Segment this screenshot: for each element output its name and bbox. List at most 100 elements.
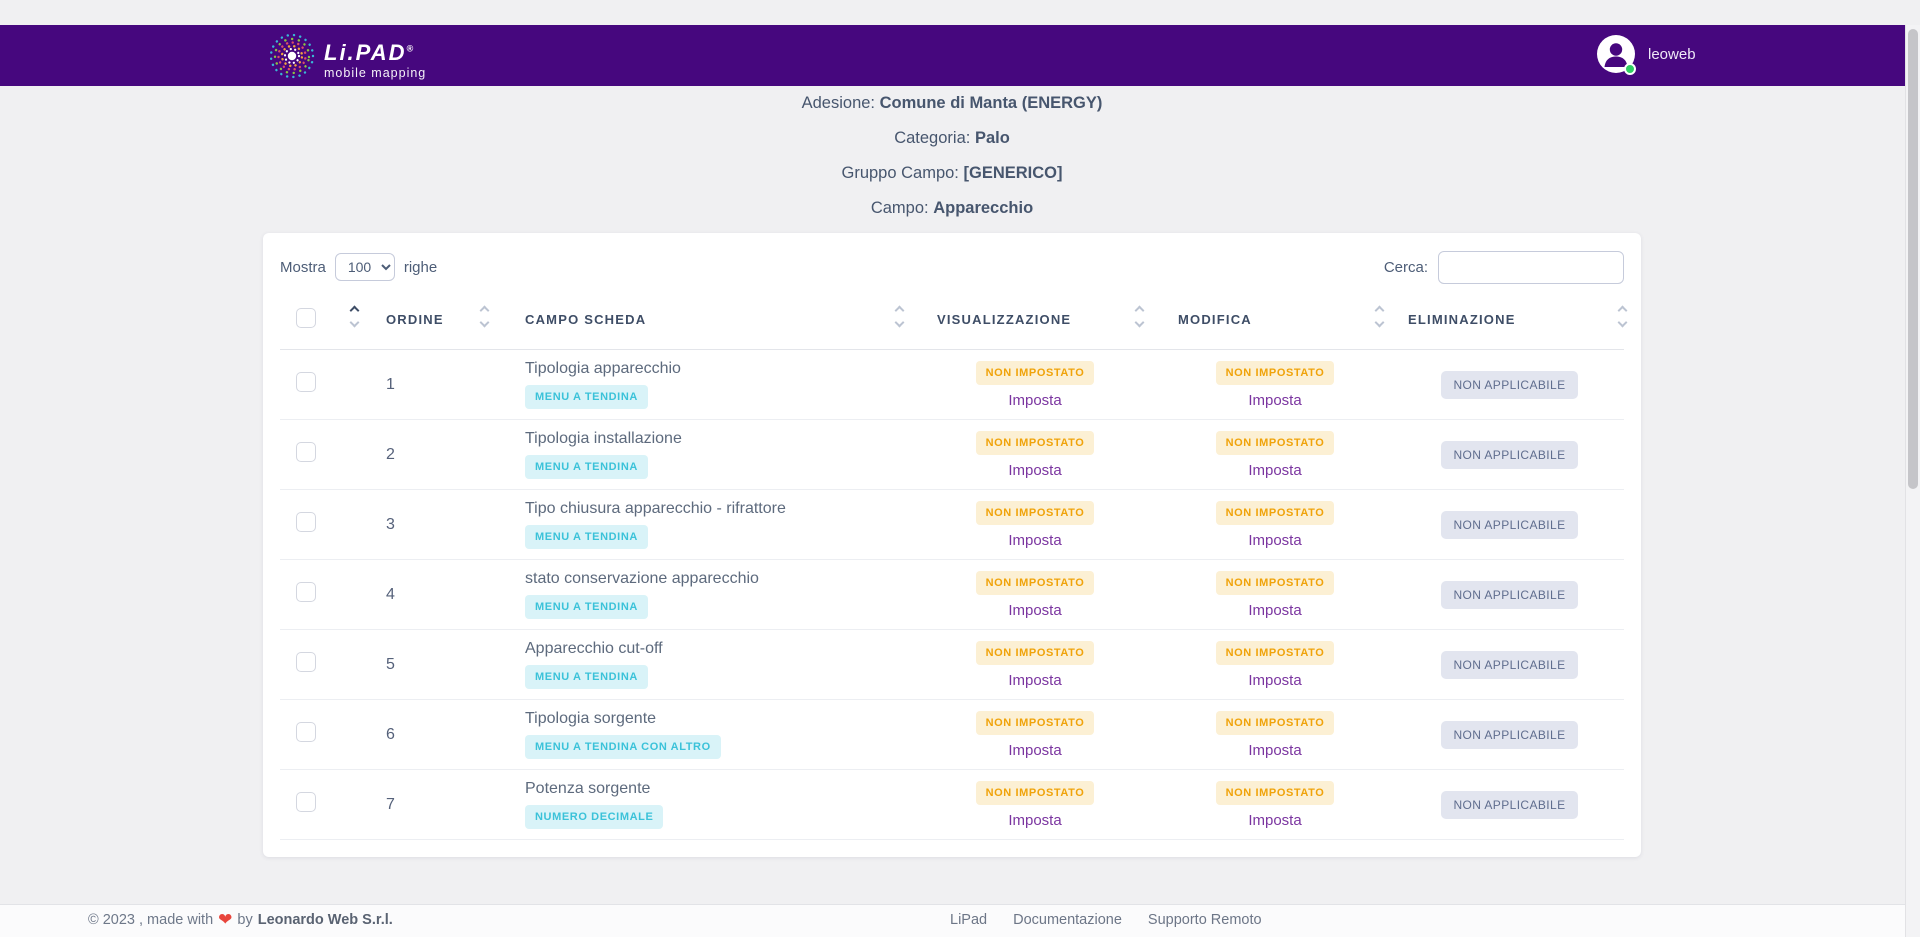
row-order: 7 [386, 796, 395, 813]
footer-link-lipad[interactable]: LiPad [950, 912, 987, 928]
sort-control[interactable] [351, 307, 358, 326]
visualizzazione-status-badge: NON IMPOSTATO [976, 431, 1095, 455]
page-scrollbar[interactable] [1905, 25, 1920, 937]
row-checkbox[interactable] [296, 792, 316, 812]
modifica-imposta-link[interactable]: Imposta [1155, 462, 1395, 479]
row-checkbox[interactable] [296, 442, 316, 462]
field-type-badge: MENU A TENDINA [525, 595, 648, 619]
eliminazione-status-badge: NON APPLICABILE [1441, 791, 1577, 819]
modifica-imposta-link[interactable]: Imposta [1155, 812, 1395, 829]
sort-ascending-icon[interactable] [1618, 306, 1628, 316]
row-order: 5 [386, 656, 395, 673]
user-menu[interactable]: leoweb [1597, 35, 1696, 73]
row-order: 6 [386, 726, 395, 743]
page-length-control: Mostra 100 righe [280, 253, 437, 281]
length-prefix-label: Mostra [280, 259, 326, 276]
visualizzazione-imposta-link[interactable]: Imposta [915, 742, 1155, 759]
field-type-badge: MENU A TENDINA [525, 455, 648, 479]
row-checkbox[interactable] [296, 722, 316, 742]
sort-ascending-icon[interactable] [895, 306, 905, 316]
modifica-status-badge: NON IMPOSTATO [1216, 711, 1335, 735]
visualizzazione-status-badge: NON IMPOSTATO [976, 571, 1095, 595]
copyright: © 2023 , made with ❤ by Leonardo Web S.r… [88, 912, 393, 928]
eliminazione-status-badge: NON APPLICABILE [1441, 511, 1577, 539]
search-input[interactable] [1438, 251, 1624, 284]
fields-table: ORDINE CAMPO SCHEDA VISUALIZZAZIONE [280, 294, 1624, 840]
modifica-status-badge: NON IMPOSTATO [1216, 501, 1335, 525]
modifica-status-badge: NON IMPOSTATO [1216, 641, 1335, 665]
field-type-badge: MENU A TENDINA [525, 665, 648, 689]
search-control: Cerca: [1384, 251, 1624, 284]
footer-link-supporto-remoto[interactable]: Supporto Remoto [1148, 912, 1262, 928]
sort-descending-icon[interactable] [1618, 318, 1628, 328]
modifica-imposta-link[interactable]: Imposta [1155, 672, 1395, 689]
modifica-status-badge: NON IMPOSTATO [1216, 571, 1335, 595]
footer-link-documentazione[interactable]: Documentazione [1013, 912, 1122, 928]
table-row: 5 Apparecchio cut-off MENU A TENDINA NON… [280, 630, 1624, 700]
meta-categoria: Categoria: Palo [263, 128, 1641, 149]
column-header-campo-scheda[interactable]: CAMPO SCHEDA [525, 312, 646, 327]
sort-descending-icon[interactable] [350, 318, 360, 328]
logo-title: Li.PAD® [324, 40, 415, 65]
modifica-imposta-link[interactable]: Imposta [1155, 742, 1395, 759]
visualizzazione-imposta-link[interactable]: Imposta [915, 602, 1155, 619]
table-row: 1 Tipologia apparecchio MENU A TENDINA N… [280, 350, 1624, 420]
sort-descending-icon[interactable] [1135, 318, 1145, 328]
row-checkbox[interactable] [296, 512, 316, 532]
page-footer: © 2023 , made with ❤ by Leonardo Web S.r… [0, 904, 1905, 937]
column-header-modifica[interactable]: MODIFICA [1178, 312, 1252, 327]
sort-descending-icon[interactable] [1375, 318, 1385, 328]
field-name: Tipologia apparecchio [525, 360, 915, 378]
scrollbar-thumb[interactable] [1908, 29, 1918, 489]
visualizzazione-imposta-link[interactable]: Imposta [915, 672, 1155, 689]
table-header-row: ORDINE CAMPO SCHEDA VISUALIZZAZIONE [280, 294, 1624, 350]
sort-descending-icon[interactable] [895, 318, 905, 328]
sort-control[interactable] [481, 307, 488, 326]
length-suffix-label: righe [404, 259, 437, 276]
visualizzazione-status-badge: NON IMPOSTATO [976, 501, 1095, 525]
modifica-imposta-link[interactable]: Imposta [1155, 602, 1395, 619]
heart-icon: ❤ [218, 913, 232, 927]
sort-control[interactable] [1619, 307, 1626, 326]
row-checkbox[interactable] [296, 372, 316, 392]
visualizzazione-status-badge: NON IMPOSTATO [976, 361, 1095, 385]
visualizzazione-imposta-link[interactable]: Imposta [915, 462, 1155, 479]
row-checkbox[interactable] [296, 582, 316, 602]
column-header-ordine[interactable]: ORDINE [386, 312, 444, 327]
field-type-badge: MENU A TENDINA [525, 385, 648, 409]
meta-gruppo-campo: Gruppo Campo: [GENERICO] [263, 163, 1641, 184]
visualizzazione-imposta-link[interactable]: Imposta [915, 392, 1155, 409]
field-type-badge: NUMERO DECIMALE [525, 805, 663, 829]
meta-adesione: Adesione: Comune di Manta (ENERGY) [263, 93, 1641, 114]
modifica-status-badge: NON IMPOSTATO [1216, 431, 1335, 455]
logo-subtitle: mobile mapping [324, 66, 426, 80]
sort-ascending-icon[interactable] [480, 306, 490, 316]
sort-descending-icon[interactable] [480, 318, 490, 328]
row-order: 4 [386, 586, 395, 603]
app-logo[interactable]: Li.PAD® mobile mapping [268, 32, 426, 85]
visualizzazione-imposta-link[interactable]: Imposta [915, 812, 1155, 829]
column-header-eliminazione[interactable]: ELIMINAZIONE [1408, 312, 1516, 327]
eliminazione-status-badge: NON APPLICABILE [1441, 651, 1577, 679]
sort-control[interactable] [1376, 307, 1383, 326]
row-order: 1 [386, 376, 395, 393]
sort-control[interactable] [1136, 307, 1143, 326]
sort-ascending-icon[interactable] [1135, 306, 1145, 316]
table-row: 4 stato conservazione apparecchio MENU A… [280, 560, 1624, 630]
sort-ascending-icon[interactable] [1375, 306, 1385, 316]
username-label: leoweb [1648, 46, 1696, 63]
visualizzazione-imposta-link[interactable]: Imposta [915, 532, 1155, 549]
registered-mark: ® [406, 43, 415, 53]
field-name: stato conservazione apparecchio [525, 570, 915, 588]
sort-control[interactable] [896, 307, 903, 326]
eliminazione-status-badge: NON APPLICABILE [1441, 581, 1577, 609]
modifica-imposta-link[interactable]: Imposta [1155, 532, 1395, 549]
column-header-visualizzazione[interactable]: VISUALIZZAZIONE [937, 312, 1071, 327]
select-all-checkbox[interactable] [296, 308, 316, 328]
page-length-select[interactable]: 100 [335, 253, 395, 281]
field-name: Tipologia installazione [525, 430, 915, 448]
sort-ascending-icon[interactable] [350, 306, 360, 316]
row-checkbox[interactable] [296, 652, 316, 672]
visualizzazione-status-badge: NON IMPOSTATO [976, 711, 1095, 735]
modifica-imposta-link[interactable]: Imposta [1155, 392, 1395, 409]
